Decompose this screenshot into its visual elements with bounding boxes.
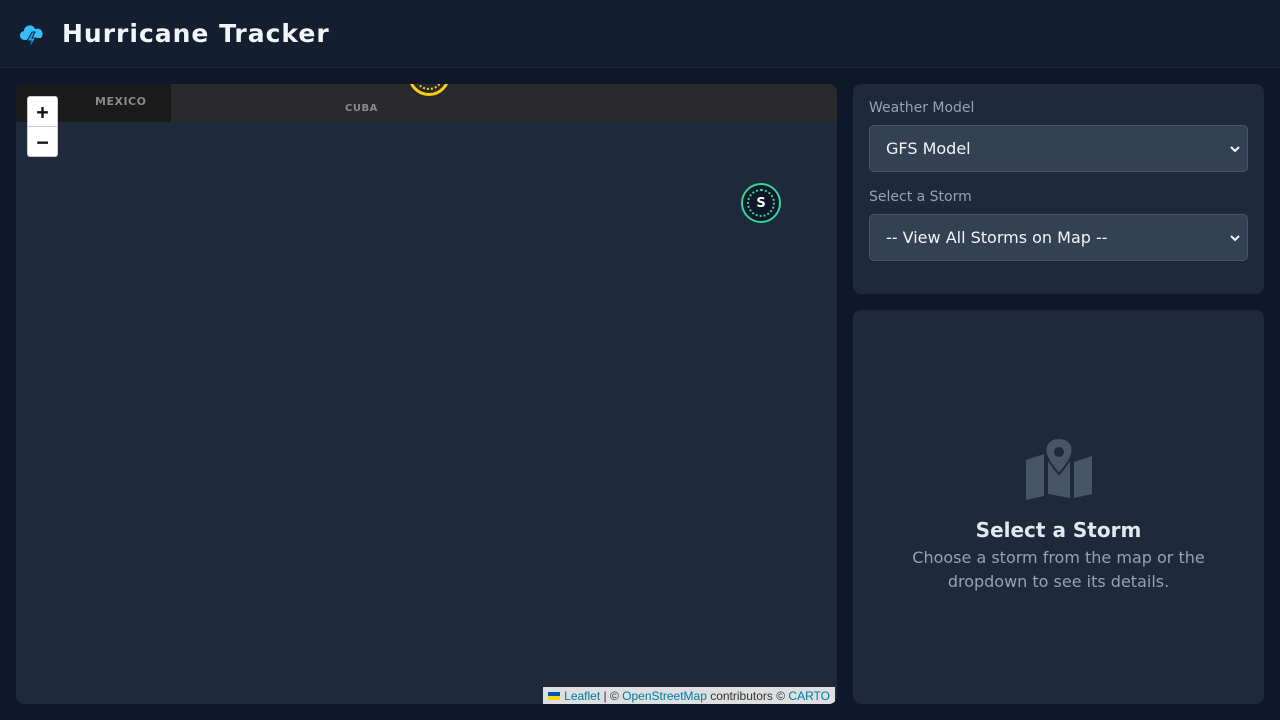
app-header: Hurricane Tracker: [0, 0, 1280, 68]
zoom-out-button[interactable]: −: [28, 127, 57, 157]
detail-description: Choose a storm from the map or the dropd…: [912, 548, 1205, 591]
attribution-contributors: contributors ©: [706, 688, 789, 703]
map-label-mexico: MEXICO: [95, 95, 147, 108]
openstreetmap-link[interactable]: OpenStreetMap: [622, 689, 707, 703]
weather-model-label: Weather Model: [869, 100, 975, 116]
storm-select[interactable]: -- View All Storms on Map --: [869, 214, 1248, 261]
controls-panel: Weather Model GFS Model Select a Storm -…: [853, 84, 1264, 294]
storm-select-label: Select a Storm: [869, 189, 972, 205]
zoom-in-button[interactable]: +: [28, 97, 57, 127]
attribution-separator: | ©: [600, 688, 623, 703]
storm-select-value: -- View All Storms on Map --: [886, 228, 1108, 247]
map-label-cuba: CUBA: [345, 103, 378, 114]
storm-detail-panel: Select a Storm Choose a storm from the m…: [853, 310, 1264, 704]
weather-model-select[interactable]: GFS Model: [869, 125, 1248, 172]
storm-map[interactable]: MEXICO CUBA + − S Leaflet | © OpenStreet…: [16, 84, 837, 704]
chevron-down-icon: [1230, 145, 1240, 152]
leaflet-link[interactable]: Leaflet: [564, 689, 600, 703]
page-title: Hurricane Tracker: [62, 19, 330, 48]
carto-link[interactable]: CARTO: [788, 689, 830, 703]
ukraine-flag-icon: [548, 691, 561, 700]
storm-marker-letter: S: [747, 189, 775, 217]
chevron-down-icon: [1230, 234, 1240, 241]
weather-model-value: GFS Model: [886, 139, 971, 158]
map-location-icon: [1025, 438, 1092, 500]
zoom-control: + −: [27, 96, 58, 157]
detail-title: Select a Storm: [975, 518, 1142, 542]
storm-marker[interactable]: S: [741, 183, 781, 223]
map-attribution: Leaflet | © OpenStreetMap contributors ©…: [543, 687, 835, 704]
storm-cloud-lightning-icon: [19, 24, 43, 49]
